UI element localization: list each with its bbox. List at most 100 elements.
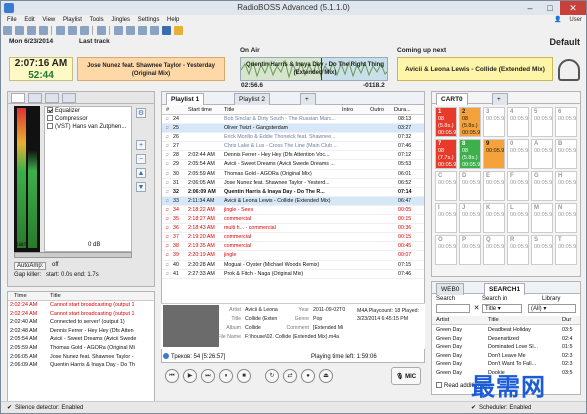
cart-slot-2[interactable]: 2 08 (5.8s.) 00:05.9 bbox=[459, 107, 481, 137]
cart-slot-q[interactable]: Q 00:05.9 bbox=[483, 235, 505, 265]
scheduler-status[interactable]: Scheduler: Enabled bbox=[479, 402, 531, 413]
playlist-row[interactable]: ♫ 26 Erick Morillo & Eddie Thoneick feat. … bbox=[162, 133, 424, 143]
playlist-row[interactable]: ♫ 27 Chris Lake & Lus - Cross The Line (Ma… bbox=[162, 142, 424, 152]
search-result-row[interactable]: Green Day Don't Leave Me 02:3 bbox=[432, 352, 580, 361]
col-outro[interactable]: Outro bbox=[370, 105, 384, 115]
clear-search-icon[interactable]: ✕ bbox=[472, 304, 481, 313]
cart-slot-7[interactable]: 7 08 (7.7s.) 00:05.9 bbox=[435, 139, 457, 169]
play-next-icon[interactable]: ⏭ bbox=[201, 369, 215, 383]
autoamp-button[interactable]: AutoAmp: bbox=[14, 262, 47, 270]
col-search-title[interactable]: Title bbox=[488, 316, 499, 325]
cut-icon[interactable] bbox=[56, 26, 65, 35]
silence-detector-status[interactable]: Silence detector: Enabled bbox=[15, 402, 83, 413]
vst-checkbox[interactable] bbox=[47, 123, 53, 129]
tab-web0[interactable]: WEB0 bbox=[436, 283, 465, 295]
tab-playlist-2[interactable]: Playlist 2 bbox=[234, 93, 271, 105]
col-title[interactable]: Title bbox=[224, 105, 234, 115]
playlist-row[interactable]: ♫ 37 2:19:20 AM commercial 00:15 bbox=[162, 233, 424, 243]
settings-gear-icon[interactable] bbox=[174, 26, 183, 35]
playlist-row[interactable]: ♫ 30 2:05:59 AM Thomas Gold - AGORa (Origin… bbox=[162, 170, 424, 179]
effect-compressor[interactable]: Compressor bbox=[45, 115, 131, 123]
cart-slot-b[interactable]: B 00:05.9 bbox=[555, 139, 577, 169]
minimize-button[interactable]: – bbox=[520, 1, 540, 15]
library-select[interactable]: (All) ▾ bbox=[528, 304, 576, 313]
col-start-time[interactable]: Start time bbox=[188, 105, 212, 115]
playlist-row[interactable]: ♫ 31 2:06:05 AM Jose Nunez feat. Shawnee Ta… bbox=[162, 179, 424, 188]
cart-slot-k[interactable]: K 00:05.9 bbox=[483, 203, 505, 233]
cart-slot-j[interactable]: J 00:05.9 bbox=[459, 203, 481, 233]
scheduler-icon[interactable] bbox=[138, 26, 147, 35]
open-folder-icon[interactable] bbox=[15, 26, 24, 35]
cart-slot-4[interactable]: 4 00:05.9 bbox=[507, 107, 529, 137]
playlist-row[interactable]: ♫ 29 2:05:54 AM Avicii - Sweet Dreams (Avic… bbox=[162, 160, 424, 170]
search-input[interactable] bbox=[436, 304, 470, 313]
save-as-icon[interactable] bbox=[39, 26, 48, 35]
stop-icon[interactable]: ■ bbox=[237, 369, 251, 383]
menu-tools[interactable]: Tools bbox=[90, 15, 104, 25]
new-playlist-icon[interactable] bbox=[3, 26, 12, 35]
add-cart-tab-icon[interactable]: + bbox=[492, 93, 508, 105]
cart-slot-o[interactable]: O 00:05.9 bbox=[435, 235, 457, 265]
tab-folder-icon[interactable] bbox=[11, 93, 25, 103]
cart-slot-9[interactable]: 9 00:05.9 bbox=[483, 139, 505, 169]
field-select[interactable]: Title ▾ bbox=[482, 304, 522, 313]
effect-equalizer[interactable]: Equalizer bbox=[45, 107, 131, 115]
cart-slot-3[interactable]: 3 00:05.9 bbox=[483, 107, 505, 137]
cart-slot-d[interactable]: D 00:05.9 bbox=[459, 171, 481, 201]
playlist-row[interactable]: ♫ 38 2:19:35 AM commercial 00:45 bbox=[162, 242, 424, 252]
headphones-icon[interactable] bbox=[558, 59, 580, 81]
playlist-row[interactable]: ♫ 34 2:18:22 AM jingle - Sees 00:05 bbox=[162, 206, 424, 216]
user-menu[interactable]: 👤 User bbox=[554, 15, 582, 25]
tab-effects-icon[interactable] bbox=[62, 93, 76, 103]
cart-slot-h[interactable]: H 00:05.9 bbox=[555, 171, 577, 201]
menu-jingles[interactable]: Jingles bbox=[111, 15, 130, 25]
cart-slot-p[interactable]: P 00:05.9 bbox=[459, 235, 481, 265]
cart-slot-m[interactable]: M 00:05.9 bbox=[531, 203, 553, 233]
equalizer-checkbox[interactable] bbox=[47, 107, 53, 113]
move-up-button[interactable]: ▲ bbox=[136, 168, 146, 178]
tab-search1[interactable]: SEARCH1 bbox=[484, 283, 526, 295]
search-result-row[interactable]: Green Day Deadbeat Holiday 03:5 bbox=[432, 326, 580, 335]
repeat-icon[interactable]: ↻ bbox=[265, 369, 279, 383]
cart-slot-c[interactable]: C 00:05.9 bbox=[435, 171, 457, 201]
eject-icon[interactable]: ⏏ bbox=[319, 369, 333, 383]
cart-slot-6[interactable]: 6 00:05.9 bbox=[555, 107, 577, 137]
playlist-row[interactable]: ♫ 41 2:27:33 AM Prok & Fitch - Naga (Origin… bbox=[162, 270, 424, 279]
cart-slot-8[interactable]: 8 08 (5.8s.) 00:05.9 bbox=[459, 139, 481, 169]
mic-button[interactable]: 🎙 MIC bbox=[391, 367, 421, 385]
col-search-dur[interactable]: Dur bbox=[562, 316, 571, 325]
cart-slot-f[interactable]: F 00:05.9 bbox=[507, 171, 529, 201]
cart-slot-t[interactable]: T 00:05.9 bbox=[555, 235, 577, 265]
cart-slot-n[interactable]: N 00:05.9 bbox=[555, 203, 577, 233]
menu-file[interactable]: File bbox=[7, 15, 17, 25]
cart-slot-g[interactable]: G 00:05.9 bbox=[531, 171, 553, 201]
col-intro[interactable]: Intro bbox=[342, 105, 353, 115]
cart-slot-r[interactable]: R 00:05.9 bbox=[507, 235, 529, 265]
record-icon[interactable]: ● bbox=[301, 369, 315, 383]
effect-settings-icon[interactable]: ⚙ bbox=[136, 108, 146, 118]
cart-slot-i[interactable]: I 00:05.9 bbox=[435, 203, 457, 233]
playlist-row[interactable]: ♫ 35 2:18:27 AM commercial 00:15 bbox=[162, 215, 424, 225]
add-folder-icon[interactable] bbox=[126, 26, 135, 35]
pause-icon[interactable]: ⏸ bbox=[219, 369, 233, 383]
copy-icon[interactable] bbox=[68, 26, 77, 35]
playlist-row[interactable]: ♫ 33 2:11:34 AM Avicii & Leona Lewis - Coll… bbox=[162, 196, 424, 206]
tab-cart0[interactable]: CART0 bbox=[436, 93, 468, 105]
maximize-button[interactable]: □ bbox=[540, 1, 560, 15]
play-icon[interactable]: ▶ bbox=[183, 369, 197, 383]
playlist-row[interactable]: ♫ 24 Bob Sinclar & Dirty South - The Russi… bbox=[162, 115, 424, 125]
menu-playlist[interactable]: Playlist bbox=[63, 15, 82, 25]
report-icon[interactable] bbox=[150, 26, 159, 35]
cart-slot-5[interactable]: 5 00:05.9 bbox=[531, 107, 553, 137]
read-additional-checkbox[interactable] bbox=[436, 382, 442, 388]
playlist-row[interactable]: ♫ 40 2:20:28 AM Moguai - Oyster (Michael Wo… bbox=[162, 261, 424, 270]
search-result-row[interactable]: Green Day Desensitized 02:4 bbox=[432, 335, 580, 344]
tab-playlist-1[interactable]: Playlist 1 bbox=[166, 93, 205, 105]
menu-view[interactable]: View bbox=[42, 15, 55, 25]
cart-slot-l[interactable]: L 00:05.9 bbox=[507, 203, 529, 233]
cart-slot-1[interactable]: 1 08 (5.8s.) 00:05.9 bbox=[435, 107, 457, 137]
undo-icon[interactable] bbox=[97, 26, 106, 35]
previous-icon[interactable]: ⏮ bbox=[165, 369, 179, 383]
cart-slot-s[interactable]: S 00:05.9 bbox=[531, 235, 553, 265]
playlist-row[interactable]: ♫ 25 Oliver Twizt - Gangsterdam 03:27 bbox=[162, 124, 424, 134]
